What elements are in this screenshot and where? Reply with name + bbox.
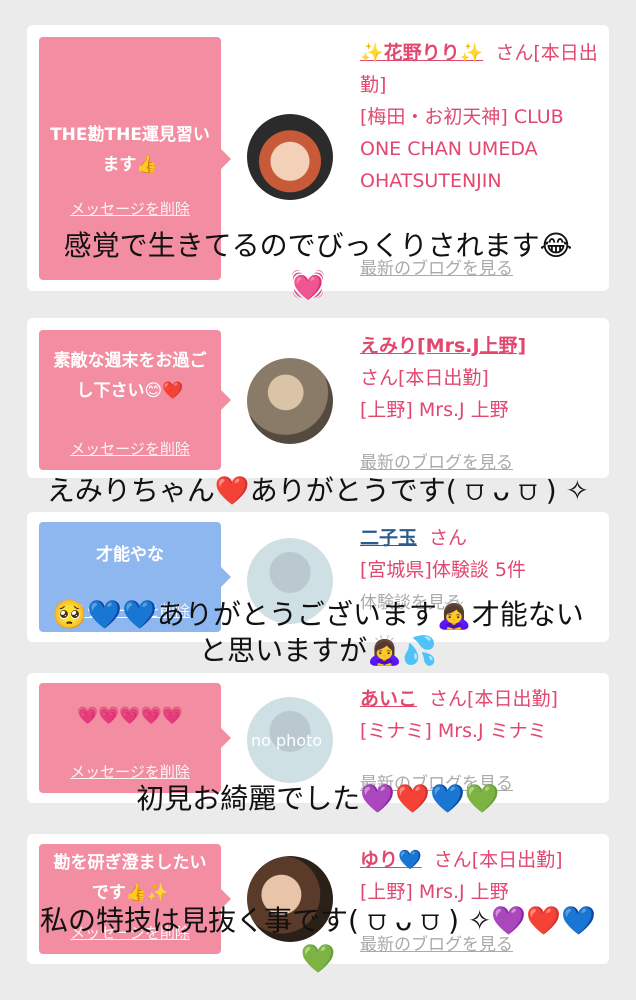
message-text: 素敵な週末をお過ごし下さい😊❤️ xyxy=(53,351,207,401)
latest-blog-link[interactable]: 最新のブログを見る xyxy=(360,448,513,473)
user-info: あいこ さん[本日出勤] [ミナミ] Mrs.J ミナミ xyxy=(360,683,600,747)
no-photo-label: no photo xyxy=(251,731,323,750)
user-info: ゆり💙 さん[本日出勤] [上野] Mrs.J 上野 xyxy=(360,844,600,908)
overlay-caption: 💚 xyxy=(300,942,336,975)
user-name-link[interactable]: ゆり💙 xyxy=(360,849,422,871)
user-info: えみり[Mrs.J上野] さん[本日出勤] [上野] Mrs.J 上野 xyxy=(360,330,600,426)
overlay-caption: 💓 xyxy=(290,268,326,301)
shop-link[interactable]: [ミナミ] Mrs.J ミナミ xyxy=(360,720,547,742)
user-name-link[interactable]: あいこ xyxy=(360,688,417,710)
honorific: さん xyxy=(429,688,468,710)
status-text: [本日出勤] xyxy=(398,367,489,389)
shop-link[interactable]: [宮城県]体験談 5件 xyxy=(360,559,526,581)
user-name-link[interactable]: ✨花野りり✨ xyxy=(360,42,483,64)
shop-link[interactable]: [梅田・お初天神] CLUB ONE CHAN UMEDA OHATSUTENJ… xyxy=(360,106,564,192)
delete-message-link[interactable]: メッセージを削除 xyxy=(39,761,221,782)
shop-link[interactable]: [上野] Mrs.J 上野 xyxy=(360,399,509,421)
message-text: 勘を研ぎ澄ましたいです👍✨ xyxy=(53,853,207,903)
message-text: 才能やな xyxy=(96,545,164,565)
overlay-caption: と思いますが🙇‍♀️💦 xyxy=(199,634,437,667)
message-text: 💗💗💗💗💗 xyxy=(77,706,183,726)
message-text: THE勘THE運見習います👍 xyxy=(50,125,210,175)
user-name-link[interactable]: えみり[Mrs.J上野] xyxy=(360,335,526,357)
overlay-caption: 感覚で生きてるのでびっくりされます😂 xyxy=(63,229,573,262)
user-name-link[interactable]: 二子玉 xyxy=(360,527,417,549)
avatar[interactable] xyxy=(247,114,333,200)
overlay-caption: 私の特技は見抜く事です( ⩌ ᴗ ⩌ ) ✧💜❤️💙 xyxy=(40,904,596,937)
message-card: 素敵な週末をお過ごし下さい😊❤️ メッセージを削除 えみり[Mrs.J上野] さ… xyxy=(27,318,609,478)
status-text: [本日出勤] xyxy=(471,849,563,871)
avatar[interactable] xyxy=(247,358,333,444)
honorific: さん xyxy=(433,849,472,871)
honorific: さん xyxy=(495,42,534,64)
delete-message-link[interactable]: メッセージを削除 xyxy=(39,438,221,459)
shop-link[interactable]: [上野] Mrs.J 上野 xyxy=(360,881,509,903)
delete-message-link[interactable]: メッセージを削除 xyxy=(39,198,221,219)
honorific: さん xyxy=(429,527,468,549)
overlay-caption: 🥺💙💙ありがとうございます🙇‍♀️才能ない xyxy=(52,598,584,631)
status-text: [本日出勤] xyxy=(467,688,558,710)
honorific: さん xyxy=(360,367,399,389)
message-bubble: 素敵な週末をお過ごし下さい😊❤️ メッセージを削除 xyxy=(39,330,231,470)
user-info: ✨花野りり✨ さん[本日出勤] [梅田・お初天神] CLUB ONE CHAN U… xyxy=(360,37,600,197)
overlay-caption: えみりちゃん❤️ありがとうです( ⩌ ᴗ ⩌ ) ✧ xyxy=(46,474,590,507)
avatar[interactable]: no photo xyxy=(247,697,333,783)
overlay-caption: 初見お綺麗でした💜❤️💙💚 xyxy=(136,782,500,815)
message-bubble: 💗💗💗💗💗 メッセージを削除 xyxy=(39,683,231,793)
